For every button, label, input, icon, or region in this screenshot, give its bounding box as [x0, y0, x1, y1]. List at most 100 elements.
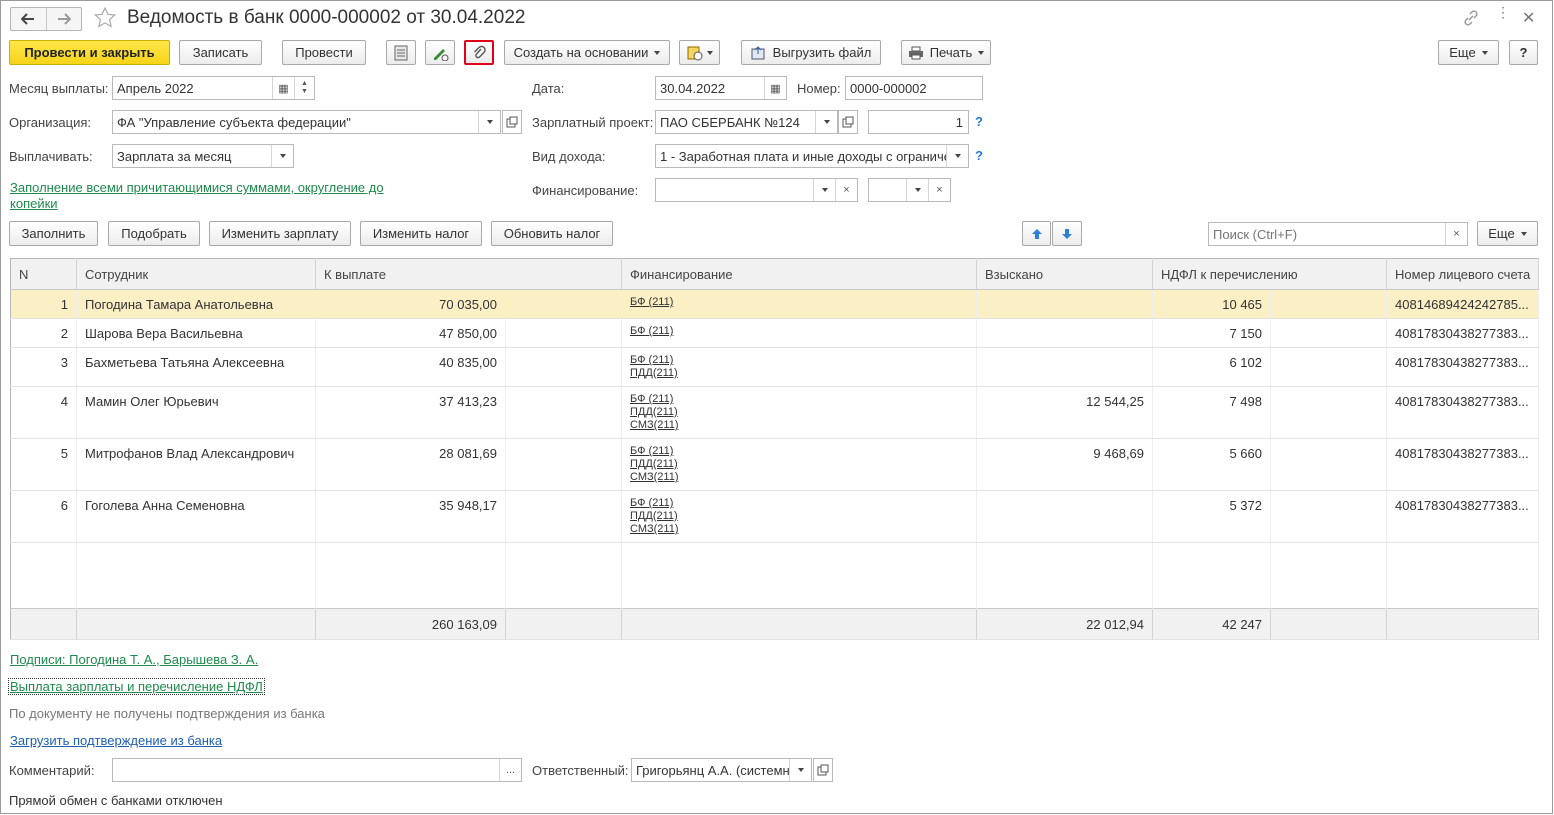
table-row[interactable]: 6 Гоголева Анна Семеновна 35 948,17 БФ (211… — [10, 490, 1540, 543]
financing-link[interactable]: БФ (211) — [630, 445, 968, 458]
salary-project-field[interactable]: ПАО СБЕРБАНК №124 — [655, 110, 838, 134]
financing-extra-field[interactable]: × — [868, 178, 951, 202]
close-icon[interactable]: ✕ — [1522, 8, 1535, 28]
move-up-button[interactable] — [1022, 221, 1051, 246]
help-button[interactable]: ? — [1509, 40, 1538, 65]
dropdown-button[interactable] — [815, 111, 837, 133]
link-icon[interactable] — [1462, 9, 1480, 30]
open-org-button[interactable] — [502, 110, 522, 134]
financing-link[interactable]: БФ (211) — [630, 497, 968, 510]
fill-button[interactable]: Заполнить — [9, 221, 98, 246]
document-journal-button[interactable] — [386, 40, 416, 65]
month-stepper[interactable]: ▲ ▼ — [294, 77, 314, 99]
financing-link[interactable]: ПДД(211) — [630, 510, 968, 523]
more-dots-icon[interactable]: ... — [499, 759, 521, 781]
table-more-button[interactable]: Еще — [1477, 221, 1538, 246]
col-header-ndfl[interactable]: НДФЛ к перечислению — [1152, 258, 1388, 290]
cell-n: 1 — [10, 289, 77, 319]
dropdown-button[interactable] — [813, 179, 835, 201]
col-header-account[interactable]: Номер лицевого счета — [1386, 258, 1540, 290]
cell-ndfl: 5 372 — [1152, 490, 1272, 543]
financing-link[interactable]: ПДД(211) — [630, 367, 968, 380]
dropdown-button[interactable] — [271, 145, 293, 167]
comment-field[interactable]: ... — [112, 758, 522, 782]
search-input[interactable] — [1209, 226, 1445, 242]
clear-icon[interactable]: × — [928, 179, 950, 201]
cell-financing: БФ (211) — [621, 318, 978, 348]
post-and-close-button[interactable]: Провести и закрыть — [9, 40, 170, 65]
financing-link[interactable]: ПДД(211) — [630, 406, 968, 419]
table-row[interactable]: 4 Мамин Олег Юрьевич 37 413,23 БФ (211) ПДД(… — [10, 386, 1540, 439]
financing-link[interactable]: ПДД(211) — [630, 458, 968, 471]
table-row[interactable]: 5 Митрофанов Влад Александрович 28 081,69 Б… — [10, 438, 1540, 491]
financing-link[interactable]: СМЗ(211) — [630, 523, 968, 536]
responsible-label: Ответственный: — [532, 763, 629, 778]
col-header-amount[interactable]: К выплате — [315, 258, 623, 290]
more-button[interactable]: Еще — [1438, 40, 1499, 65]
document-actions-button[interactable] — [679, 40, 720, 65]
cell-ndfl-extra — [1270, 490, 1388, 543]
back-arrow-icon[interactable] — [11, 8, 47, 30]
open-responsible-button[interactable] — [813, 758, 833, 782]
post-button[interactable]: Провести — [282, 40, 366, 65]
search-field[interactable]: × — [1208, 222, 1468, 246]
col-header-employee[interactable]: Сотрудник — [76, 258, 316, 290]
financing-field[interactable]: × — [655, 178, 858, 202]
edit-with-status-button[interactable] — [425, 40, 455, 65]
financing-link[interactable]: БФ (211) — [630, 354, 968, 367]
dropdown-button[interactable] — [478, 111, 500, 133]
clear-search-icon[interactable]: × — [1445, 223, 1467, 245]
load-confirmation-link[interactable]: Загрузить подтверждение из банка — [10, 733, 222, 748]
forward-arrow-icon[interactable] — [47, 8, 82, 30]
total-n — [10, 608, 77, 640]
upload-file-button[interactable]: Выгрузить файл — [741, 40, 881, 65]
col-header-n[interactable]: N — [10, 258, 77, 290]
fill-all-amounts-link-cont[interactable]: копейки — [10, 196, 58, 211]
empty-cell — [621, 542, 978, 609]
table-row[interactable]: 3 Бахметьева Татьяна Алексеевна 40 835,00 Б… — [10, 347, 1540, 387]
open-salary-project-button[interactable] — [838, 110, 858, 134]
help-question-icon[interactable]: ? — [975, 148, 983, 163]
calendar-icon[interactable]: ▦ — [272, 77, 294, 99]
dropdown-button[interactable] — [946, 145, 968, 167]
responsible-field[interactable]: Григорьянц А.А. (системн — [631, 758, 812, 782]
signatures-link[interactable]: Подписи: Погодина Т. А., Барышева З. А. — [10, 652, 258, 667]
financing-link[interactable]: БФ (211) — [630, 393, 968, 406]
financing-link[interactable]: БФ (211) — [630, 325, 968, 338]
salary-project-number-field[interactable]: 1 — [868, 110, 969, 134]
print-button[interactable]: Печать — [901, 40, 991, 65]
col-header-financing[interactable]: Финансирование — [621, 258, 978, 290]
dropdown-button[interactable] — [789, 759, 811, 781]
move-down-button[interactable] — [1052, 221, 1082, 246]
select-button[interactable]: Подобрать — [108, 221, 200, 246]
dropdown-button[interactable] — [906, 179, 928, 201]
create-based-on-button[interactable]: Создать на основании — [504, 40, 670, 65]
favorite-star-icon[interactable] — [93, 6, 117, 33]
write-button[interactable]: Записать — [179, 40, 262, 65]
income-type-field[interactable]: 1 - Заработная плата и иные доходы с огр… — [655, 144, 969, 168]
pay-field[interactable]: Зарплата за месяц — [112, 144, 294, 168]
attachments-button[interactable] — [464, 40, 494, 65]
more-menu-icon[interactable]: ⋮ — [1496, 5, 1510, 19]
table-row[interactable]: 1 Погодина Тамара Анатольевна 70 035,00 БФ … — [10, 289, 1540, 319]
table-header: N Сотрудник К выплате Финансирование Взы… — [10, 258, 1540, 290]
financing-link[interactable]: БФ (211) — [630, 296, 968, 309]
table-row[interactable]: 2 Шарова Вера Васильевна 47 850,00 БФ (211)… — [10, 318, 1540, 348]
payment-document-link[interactable]: Выплата зарплаты и перечисление НДФЛ — [8, 678, 265, 695]
fill-all-amounts-link[interactable]: Заполнение всеми причитающимися суммами,… — [10, 180, 384, 195]
upload-file-label: Выгрузить файл — [772, 45, 872, 60]
col-header-withheld[interactable]: Взыскано — [976, 258, 1154, 290]
clear-icon[interactable]: × — [835, 179, 857, 201]
number-field[interactable]: 0000-000002 — [845, 76, 983, 100]
date-field[interactable]: 30.04.2022 ▦ — [655, 76, 787, 100]
calendar-icon[interactable]: ▦ — [764, 77, 786, 99]
pay-month-field[interactable]: Апрель 2022 ▦ ▲ ▼ — [112, 76, 315, 100]
financing-link[interactable]: СМЗ(211) — [630, 471, 968, 484]
change-tax-button[interactable]: Изменить налог — [360, 221, 482, 246]
update-tax-button[interactable]: Обновить налог — [491, 221, 613, 246]
org-field[interactable]: ФА "Управление субъекта федерации" — [112, 110, 501, 134]
change-salary-button[interactable]: Изменить зарплату — [209, 221, 351, 246]
financing-link[interactable]: СМЗ(211) — [630, 419, 968, 432]
help-question-icon[interactable]: ? — [975, 114, 983, 129]
cell-employee: Мамин Олег Юрьевич — [76, 386, 316, 439]
